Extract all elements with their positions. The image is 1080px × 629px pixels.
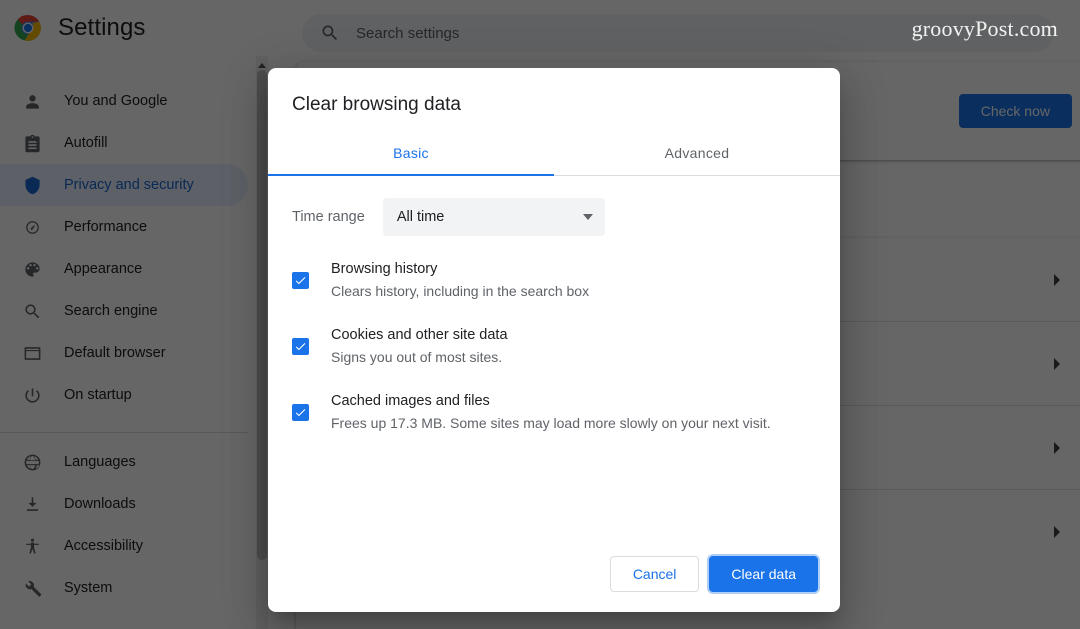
option-description: Signs you out of most sites. — [331, 349, 503, 365]
dialog-title: Clear browsing data — [292, 94, 461, 115]
option-description: Clears history, including in the search … — [331, 283, 590, 299]
browsing-history-checkbox[interactable] — [292, 271, 309, 289]
watermark: groovyPost.com — [911, 16, 1058, 41]
cached-images-checkbox[interactable] — [292, 403, 309, 421]
cancel-button[interactable]: Cancel — [609, 556, 700, 592]
option-cookies-and-site-data[interactable]: Cookies and other site data Signs you ou… — [292, 324, 816, 368]
settings-window: Settings Search settings You and Google — [0, 0, 1080, 629]
option-text-group: Cached images and files Frees up 17.3 MB… — [331, 390, 816, 434]
tab-basic[interactable]: Basic — [268, 132, 554, 175]
cookies-checkbox[interactable] — [292, 337, 309, 355]
time-range-value: All time — [396, 209, 445, 225]
option-cached-images-and-files[interactable]: Cached images and files Frees up 17.3 MB… — [292, 390, 816, 434]
tab-advanced[interactable]: Advanced — [554, 132, 840, 175]
clear-data-button[interactable]: Clear data — [709, 556, 818, 592]
option-title: Cookies and other site data — [331, 327, 508, 343]
option-description: Frees up 17.3 MB. Some sites may load mo… — [331, 415, 771, 431]
clear-browsing-data-dialog: Clear browsing data Basic Advanced Time … — [268, 68, 840, 612]
option-title: Cached images and files — [331, 393, 490, 409]
dialog-tabs: Basic Advanced — [268, 132, 840, 176]
time-range-field: Time range All time — [292, 198, 816, 236]
dialog-footer: Cancel Clear data — [268, 556, 840, 612]
option-text-group: Browsing history Clears history, includi… — [331, 258, 816, 302]
time-range-select[interactable]: All time — [382, 198, 605, 236]
option-text-group: Cookies and other site data Signs you ou… — [331, 324, 816, 368]
tab-active-indicator — [268, 174, 554, 176]
chevron-down-icon — [582, 214, 593, 220]
option-title: Browsing history — [331, 261, 438, 277]
dialog-body: Time range All time Browsing history Cle… — [268, 176, 840, 556]
option-browsing-history[interactable]: Browsing history Clears history, includi… — [292, 258, 816, 302]
time-range-label: Time range — [292, 209, 365, 225]
